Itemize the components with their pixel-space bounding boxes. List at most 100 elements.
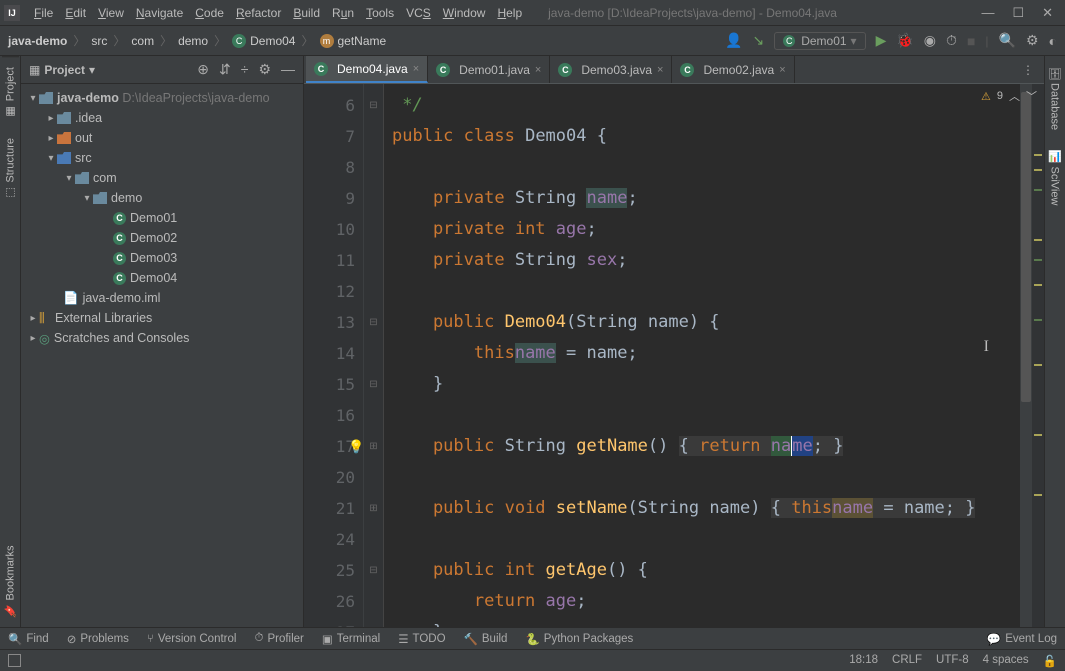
tree-idea[interactable]: ▸.idea	[21, 108, 303, 128]
tool-vcs[interactable]: ⑂ Version Control	[147, 633, 237, 645]
tool-window-toggle-icon[interactable]	[8, 654, 21, 667]
run-config-selector[interactable]: CDemo01 ▾	[774, 32, 865, 50]
tree-ext-lib[interactable]: ▸⫼External Libraries	[21, 308, 303, 328]
profile-icon[interactable]: ⏱	[946, 32, 957, 49]
prev-highlight-icon[interactable]: ︿	[1009, 88, 1020, 104]
menu-file[interactable]: File	[28, 6, 59, 20]
tree-demo[interactable]: ▾demo	[21, 188, 303, 208]
menu-edit[interactable]: Edit	[59, 6, 92, 20]
menu-window[interactable]: Window	[437, 6, 492, 20]
warning-icon: ⚠	[981, 90, 991, 103]
editor-scrollbar[interactable]	[1020, 84, 1032, 627]
crumb-com[interactable]: com	[131, 34, 154, 48]
tree-demo04[interactable]: CDemo04	[21, 268, 303, 288]
tab-demo02[interactable]: CDemo02.java×	[672, 56, 794, 83]
close-tab-icon[interactable]: ×	[413, 63, 419, 75]
tree-src[interactable]: ▾src	[21, 148, 303, 168]
intention-bulb-icon[interactable]: 💡	[348, 431, 364, 462]
tree-demo01[interactable]: CDemo01	[21, 208, 303, 228]
hide-icon[interactable]: —	[281, 61, 295, 78]
run-icon[interactable]: ▶	[876, 32, 887, 49]
editor-area: CDemo04.java× CDemo01.java× CDemo03.java…	[304, 56, 1044, 627]
method-icon: m	[320, 34, 334, 48]
line-separator[interactable]: CRLF	[892, 654, 922, 668]
file-encoding[interactable]: UTF-8	[936, 654, 969, 668]
menu-code[interactable]: Code	[189, 6, 230, 20]
tab-demo01[interactable]: CDemo01.java×	[428, 56, 550, 83]
tab-demo03[interactable]: CDemo03.java×	[550, 56, 672, 83]
bottom-tool-bar: 🔍 Find ⊘ Problems ⑂ Version Control ⏱ Pr…	[0, 627, 1065, 649]
tool-terminal[interactable]: ▣ Terminal	[322, 632, 380, 646]
left-tool-strip: ▦ Project ⬚ Structure 🔖 Bookmarks	[0, 56, 21, 627]
next-highlight-icon[interactable]: ﹀	[1026, 88, 1037, 104]
project-tree[interactable]: ▾java-demo D:\IdeaProjects\java-demo ▸.i…	[21, 84, 303, 627]
crumb-method[interactable]: getName	[338, 34, 387, 48]
minimize-icon[interactable]: —	[981, 5, 994, 21]
status-bar: 18:18 CRLF UTF-8 4 spaces 🔓	[0, 649, 1065, 671]
close-icon[interactable]: ✕	[1042, 5, 1053, 21]
tree-iml[interactable]: 📄java-demo.iml	[21, 288, 303, 308]
tree-demo03[interactable]: CDemo03	[21, 248, 303, 268]
error-stripe[interactable]	[1032, 84, 1044, 627]
tree-scratches[interactable]: ▸◎Scratches and Consoles	[21, 328, 303, 348]
tool-structure[interactable]: ⬚ Structure	[2, 128, 19, 210]
menu-view[interactable]: View	[92, 6, 130, 20]
inspections-widget[interactable]: ⚠9 ︿ ﹀	[981, 88, 1037, 104]
breadcrumb[interactable]: java-demo〉 src〉 com〉 demo〉 CDemo04〉 mget…	[8, 32, 386, 49]
maximize-icon[interactable]: ☐	[1012, 5, 1024, 21]
indent-config[interactable]: 4 spaces	[983, 654, 1029, 668]
crumb-src[interactable]: src	[91, 34, 107, 48]
tool-bookmarks[interactable]: 🔖 Bookmarks	[2, 535, 19, 627]
tool-project[interactable]: ▦ Project	[2, 56, 19, 128]
settings-icon[interactable]: ⚙	[258, 61, 271, 78]
tab-demo04[interactable]: CDemo04.java×	[306, 56, 428, 83]
tool-sciview[interactable]: 📊 SciView	[1047, 140, 1064, 215]
project-view-selector[interactable]: ▦ Project ▾	[29, 63, 95, 77]
code-text[interactable]: */ public class Demo04 { private String …	[384, 84, 1020, 627]
tool-event-log[interactable]: 💬 Event Log	[987, 632, 1057, 646]
tree-demo02[interactable]: CDemo02	[21, 228, 303, 248]
crumb-root[interactable]: java-demo	[8, 34, 67, 48]
readonly-lock-icon[interactable]: 🔓	[1043, 654, 1057, 668]
select-opened-icon[interactable]: ⊕	[197, 61, 209, 78]
stop-icon[interactable]: ■	[967, 33, 975, 49]
close-tab-icon[interactable]: ×	[779, 64, 785, 76]
tool-problems[interactable]: ⊘ Problems	[67, 632, 129, 646]
tree-out[interactable]: ▸out	[21, 128, 303, 148]
menu-vcs[interactable]: VCS	[400, 6, 437, 20]
tree-root[interactable]: ▾java-demo D:\IdeaProjects\java-demo	[21, 88, 303, 108]
search-icon[interactable]: 🔍	[999, 32, 1016, 49]
gutter[interactable]: ⊟ ⊟ ⊟ 💡⊞ ⊞ ⊟	[364, 84, 384, 627]
expand-all-icon[interactable]: ⇵	[219, 61, 231, 78]
caret-position[interactable]: 18:18	[849, 654, 878, 668]
coverage-icon[interactable]: ◉	[924, 32, 936, 49]
settings-icon[interactable]: ⚙	[1026, 32, 1039, 49]
crumb-class[interactable]: Demo04	[250, 34, 295, 48]
menu-tools[interactable]: Tools	[360, 6, 400, 20]
tool-find[interactable]: 🔍 Find	[8, 632, 49, 646]
tool-python[interactable]: 🐍 Python Packages	[525, 632, 633, 646]
add-user-icon[interactable]: 👤	[725, 32, 742, 49]
collapse-all-icon[interactable]: ÷	[241, 61, 249, 78]
app-logo-icon: IJ	[4, 5, 20, 21]
tool-build[interactable]: 🔨 Build	[464, 632, 508, 646]
menu-run[interactable]: Run	[326, 6, 360, 20]
tool-database[interactable]: 🗄 Database	[1047, 56, 1064, 140]
crumb-demo[interactable]: demo	[178, 34, 208, 48]
code-editor[interactable]: 67891011121314151617202124252627 ⊟ ⊟ ⊟ 💡…	[304, 84, 1044, 627]
plugin-icon[interactable]: ◐	[1049, 33, 1057, 49]
menu-help[interactable]: Help	[491, 6, 528, 20]
close-tab-icon[interactable]: ×	[535, 64, 541, 76]
menu-refactor[interactable]: Refactor	[230, 6, 287, 20]
title-bar: IJ File Edit View Navigate Code Refactor…	[0, 0, 1065, 26]
tool-todo[interactable]: ☰ TODO	[398, 632, 445, 646]
tree-com[interactable]: ▾com	[21, 168, 303, 188]
debug-icon[interactable]: 🐞	[896, 32, 913, 49]
tabs-more-icon[interactable]: ⋮	[1012, 56, 1044, 83]
menu-navigate[interactable]: Navigate	[130, 6, 189, 20]
tool-profiler[interactable]: ⏱ Profiler	[254, 632, 303, 645]
menu-build[interactable]: Build	[287, 6, 326, 20]
navigation-bar: java-demo〉 src〉 com〉 demo〉 CDemo04〉 mget…	[0, 26, 1065, 56]
hammer-icon[interactable]: ↘	[752, 32, 764, 49]
close-tab-icon[interactable]: ×	[657, 64, 663, 76]
